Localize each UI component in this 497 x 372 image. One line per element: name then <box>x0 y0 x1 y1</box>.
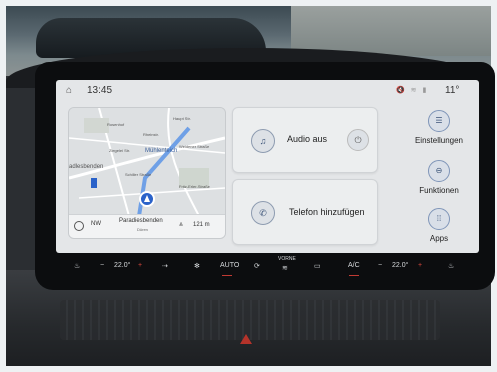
air-flow-icon[interactable]: ⇢ <box>162 262 168 270</box>
power-icon[interactable]: ⏻ <box>347 129 369 151</box>
car-icon: ⊖ <box>428 160 450 182</box>
navigation-map-widget[interactable]: Rosenhof Rheinstr. Haupt Str. Ziegelei S… <box>68 107 226 239</box>
functions-label: Funktionen <box>419 186 459 195</box>
route-info-bar[interactable]: NW Paradiesbenden Düren ⩓ 121 m <box>69 214 225 238</box>
settings-button[interactable]: ☰ Einstellungen <box>404 110 474 145</box>
map-label: Rheinstr. <box>143 132 159 137</box>
recirculation-icon[interactable]: ⟳ <box>254 262 260 270</box>
map-label: Fritz-Erler-Straße <box>179 184 210 189</box>
map-label: Haupt Str. <box>173 116 191 121</box>
seat-heat-left-icon[interactable]: ♨ <box>74 262 80 270</box>
road-ahead-icon: ⩓ <box>179 221 183 228</box>
apps-label: Apps <box>429 234 449 243</box>
seat-heat-right-icon[interactable]: ♨ <box>448 262 454 270</box>
front-defrost-icon[interactable]: ≋ <box>282 264 288 272</box>
map-label: Schiller Straße <box>125 172 152 177</box>
destination: Paradiesbenden <box>119 218 163 224</box>
settings-label: Einstellungen <box>414 136 464 145</box>
distance: 121 m <box>193 222 210 228</box>
vehicle-position-icon <box>139 191 155 207</box>
map-label: adlesbenden <box>69 164 104 170</box>
rear-defrost-icon[interactable]: ▭ <box>314 262 321 270</box>
apps-button[interactable]: ⁞⁞ Apps <box>404 208 474 243</box>
status-icons: 🔇 ≋ ▮ <box>396 87 429 94</box>
ac-button[interactable]: A/C <box>348 262 360 269</box>
settings-icon: ☰ <box>428 110 450 132</box>
status-bar: ⌂ 13:45 🔇 ≋ ▮ 11° <box>56 80 479 100</box>
right-temperature: 22.0° <box>392 262 409 269</box>
infotainment-screen: ⌂ 13:45 🔇 ≋ ▮ 11° Rosenhof Rheinstr. Hau… <box>56 80 479 253</box>
right-temp-minus[interactable]: − <box>378 262 382 269</box>
ac-indicator <box>349 275 359 276</box>
background-building <box>291 6 491 56</box>
map-label: Rosenhof <box>107 122 125 127</box>
destination-city: Düren <box>137 227 148 232</box>
home-icon[interactable]: ⌂ <box>66 85 72 96</box>
phone-card[interactable]: ✆ Telefon hinzufügen <box>232 179 378 245</box>
map-label: Ziegelei Str. <box>109 148 131 153</box>
audio-label: Audio aus <box>287 134 328 144</box>
fan-icon[interactable]: ✻ <box>194 262 200 270</box>
hazard-button[interactable] <box>240 334 252 344</box>
left-temp-minus[interactable]: − <box>100 262 104 269</box>
clock: 13:45 <box>87 85 113 96</box>
apps-grid-icon: ⁞⁞ <box>428 208 450 230</box>
compass-icon <box>74 221 84 231</box>
functions-button[interactable]: ⊖ Funktionen <box>404 160 474 195</box>
map-label: Weidener Straße <box>179 144 210 149</box>
front-label: VORNE <box>278 256 296 262</box>
heading: NW <box>91 221 101 227</box>
audio-card[interactable]: ♫ Audio aus ⏻ <box>232 107 378 173</box>
auto-button[interactable]: AUTO <box>220 262 239 269</box>
left-temp-plus[interactable]: + <box>138 262 142 269</box>
phone-label: Telefon hinzufügen <box>289 207 365 217</box>
right-temp-plus[interactable]: + <box>418 262 422 269</box>
climate-bar: ♨ − 22.0° + ⇢ ✻ AUTO ⟳ VORNE ≋ ▭ A/C − 2… <box>56 254 479 280</box>
left-temperature: 22.0° <box>114 262 131 269</box>
map-label: Mühlenteich <box>145 148 178 154</box>
outside-temperature: 11° <box>445 85 460 96</box>
auto-indicator <box>222 275 232 276</box>
phone-icon[interactable]: ✆ <box>251 201 275 225</box>
music-note-icon[interactable]: ♫ <box>251 129 275 153</box>
